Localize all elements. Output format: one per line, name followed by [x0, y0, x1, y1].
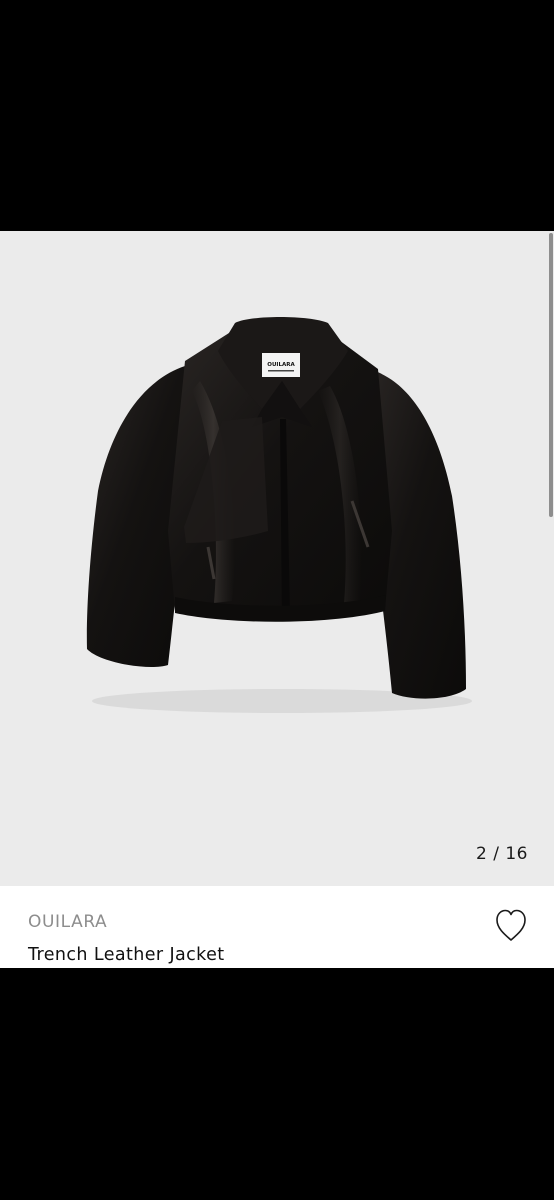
image-counter: 2 / 16 — [476, 844, 528, 864]
garment-label-text: OUILARA — [267, 362, 295, 368]
heart-outline-icon — [496, 909, 526, 941]
product-name: Trench Leather Jacket — [28, 945, 225, 965]
scroll-indicator[interactable] — [549, 233, 553, 517]
product-info: OUILARA Trench Leather Jacket — [0, 886, 554, 968]
product-image-gallery[interactable]: OUILARA 2 / 16 — [0, 231, 554, 886]
wishlist-button[interactable] — [495, 908, 527, 944]
bottom-letterbox — [0, 968, 554, 1200]
top-letterbox — [0, 0, 554, 231]
product-image[interactable]: OUILARA — [0, 231, 554, 886]
product-brand[interactable]: OUILARA — [28, 912, 107, 932]
